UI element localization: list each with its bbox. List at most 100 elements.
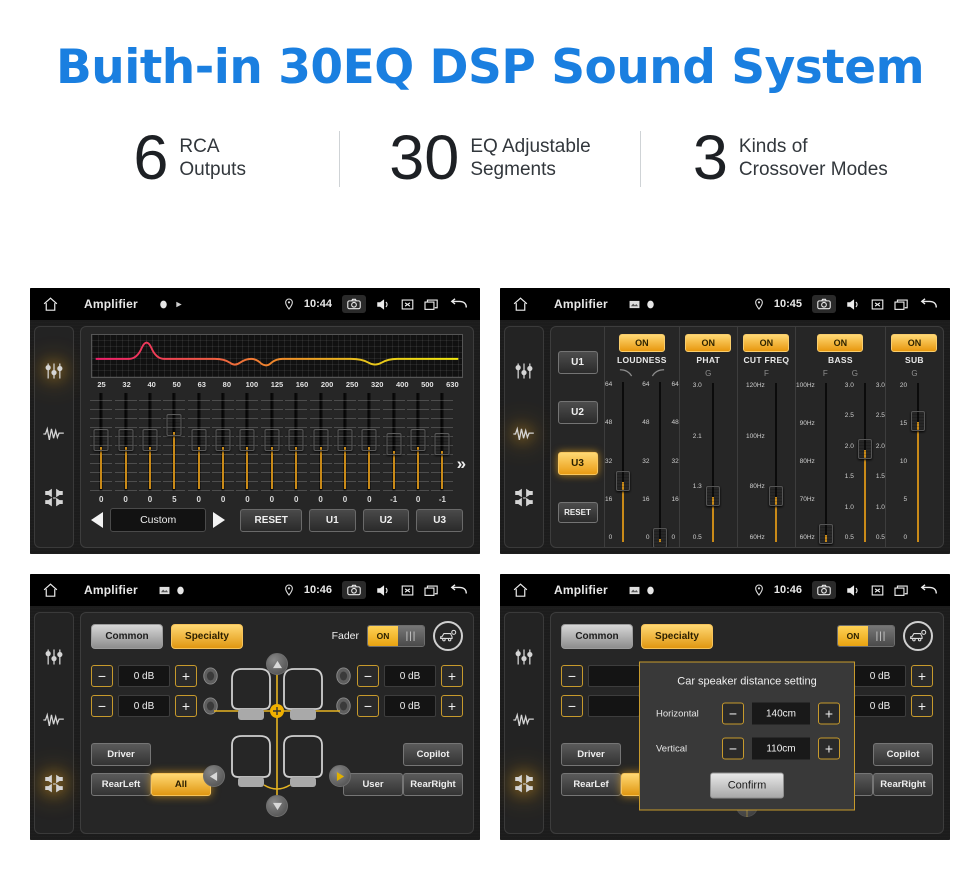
- increment-button[interactable]: +: [441, 695, 463, 717]
- eq-slider[interactable]: 0: [113, 393, 137, 504]
- eq-slider[interactable]: -1: [430, 393, 454, 504]
- volume-icon[interactable]: [376, 584, 391, 597]
- slider-knob[interactable]: [616, 470, 631, 491]
- effect-slider[interactable]: 64 48 32 16 0: [605, 379, 634, 547]
- slider-knob[interactable]: [705, 485, 720, 506]
- eq-slider-track[interactable]: [138, 393, 161, 491]
- preset-u1-button[interactable]: U1: [308, 508, 356, 532]
- close-icon[interactable]: [871, 584, 884, 597]
- eq-slider-track[interactable]: [431, 393, 454, 491]
- camera-icon[interactable]: [342, 295, 366, 313]
- toggle-bass[interactable]: ON: [817, 334, 864, 352]
- eq-slider[interactable]: 0: [308, 393, 332, 504]
- eq-slider[interactable]: 0: [187, 393, 211, 504]
- increment-button[interactable]: +: [911, 695, 933, 717]
- sidebar-item-waveform[interactable]: [513, 425, 535, 448]
- slider-track[interactable]: [817, 380, 835, 547]
- toggle-phat[interactable]: ON: [685, 334, 732, 352]
- eq-slider-track[interactable]: [236, 393, 259, 491]
- eq-slider[interactable]: 0: [333, 393, 357, 504]
- eq-slider-track[interactable]: [382, 393, 405, 491]
- eq-slider-knob[interactable]: [386, 432, 402, 455]
- sidebar-item-balance[interactable]: [513, 774, 535, 799]
- preset-u2-button[interactable]: U2: [362, 508, 410, 532]
- sidebar-item-equalizer[interactable]: [44, 361, 64, 386]
- effect-slider[interactable]: 3.0 2.5 2.0 1.5 1.0 0.5 3.0 2.5 2.0 1.5 1.0 0.5: [845, 380, 885, 547]
- sidebar-item-balance[interactable]: [43, 488, 65, 513]
- position-button-user[interactable]: User: [343, 773, 403, 796]
- position-button-driver[interactable]: Driver: [561, 743, 621, 766]
- eq-slider[interactable]: 5: [162, 393, 186, 504]
- preset-u3-button[interactable]: U3: [416, 508, 463, 532]
- eq-slider[interactable]: 0: [235, 393, 259, 504]
- slider-track[interactable]: [909, 380, 927, 547]
- preset-next-button[interactable]: [213, 512, 226, 528]
- nav-down-button[interactable]: [266, 795, 288, 817]
- eq-slider[interactable]: 0: [406, 393, 430, 504]
- decrement-button[interactable]: −: [91, 665, 113, 687]
- eq-slider-track[interactable]: [333, 393, 356, 491]
- slider-knob[interactable]: [857, 439, 872, 460]
- fader-toggle[interactable]: ON |||: [367, 625, 425, 647]
- preset-display[interactable]: Custom: [110, 508, 207, 532]
- recent-apps-icon[interactable]: [424, 584, 439, 597]
- slider-track[interactable]: [614, 379, 632, 547]
- sidebar-item-waveform[interactable]: [513, 711, 535, 734]
- eq-slider-knob[interactable]: [337, 429, 353, 452]
- tab-specialty[interactable]: Specialty: [171, 623, 243, 649]
- preset-button-u1[interactable]: U1: [557, 350, 598, 374]
- eq-slider-knob[interactable]: [93, 429, 109, 452]
- eq-slider-knob[interactable]: [264, 429, 280, 452]
- decrement-button[interactable]: −: [561, 695, 583, 717]
- car-settings-button[interactable]: [903, 621, 933, 651]
- home-icon[interactable]: [512, 296, 529, 313]
- slider-knob[interactable]: [911, 410, 926, 431]
- tab-specialty[interactable]: Specialty: [641, 623, 713, 649]
- eq-slider-knob[interactable]: [288, 429, 304, 452]
- eq-slider[interactable]: 0: [260, 393, 284, 504]
- increment-button[interactable]: +: [818, 702, 840, 725]
- slider-knob[interactable]: [653, 527, 668, 547]
- toggle-cut-freq[interactable]: ON: [743, 334, 790, 352]
- eq-slider-knob[interactable]: [361, 429, 377, 452]
- increment-button[interactable]: +: [441, 665, 463, 687]
- eq-slider-knob[interactable]: [191, 429, 207, 452]
- home-icon[interactable]: [42, 582, 59, 599]
- sidebar-item-waveform[interactable]: [43, 425, 65, 448]
- eq-slider-track[interactable]: [114, 393, 137, 491]
- eq-slider[interactable]: -1: [382, 393, 406, 504]
- effect-slider[interactable]: 3.0 2.1 1.3 0.5: [693, 380, 724, 547]
- position-button-rearleft[interactable]: RearLef: [561, 773, 621, 796]
- eq-slider-knob[interactable]: [434, 432, 450, 455]
- tab-common[interactable]: Common: [561, 623, 633, 649]
- slider-track[interactable]: [704, 380, 722, 547]
- nav-left-button[interactable]: [202, 765, 225, 787]
- camera-icon[interactable]: [342, 581, 366, 599]
- volume-icon[interactable]: [376, 298, 391, 311]
- decrement-button[interactable]: −: [91, 695, 113, 717]
- decrement-button[interactable]: −: [722, 702, 744, 725]
- effect-slider[interactable]: 20 15 10 5 0: [900, 380, 929, 547]
- slider-track[interactable]: [856, 380, 874, 547]
- close-icon[interactable]: [401, 584, 414, 597]
- eq-slider-knob[interactable]: [215, 429, 231, 452]
- increment-button[interactable]: +: [175, 665, 197, 687]
- close-icon[interactable]: [871, 298, 884, 311]
- slider-knob[interactable]: [768, 485, 783, 506]
- recent-apps-icon[interactable]: [894, 298, 909, 311]
- increment-button[interactable]: +: [911, 665, 933, 687]
- volume-icon[interactable]: [846, 298, 861, 311]
- eq-slider-knob[interactable]: [118, 429, 134, 452]
- eq-slider-track[interactable]: [285, 393, 308, 491]
- increment-button[interactable]: +: [175, 695, 197, 717]
- eq-slider[interactable]: 0: [211, 393, 235, 504]
- decrement-button[interactable]: −: [561, 665, 583, 687]
- eq-slider-track[interactable]: [90, 393, 113, 491]
- eq-slider-knob[interactable]: [166, 413, 182, 436]
- effect-slider[interactable]: 64 48 32 16 0 64 48 32 16 0: [642, 379, 679, 547]
- eq-slider-knob[interactable]: [313, 429, 329, 452]
- position-button-copilot[interactable]: Copilot: [873, 743, 933, 766]
- home-icon[interactable]: [512, 582, 529, 599]
- reset-button[interactable]: RESET: [240, 508, 302, 532]
- eq-slider[interactable]: 0: [138, 393, 162, 504]
